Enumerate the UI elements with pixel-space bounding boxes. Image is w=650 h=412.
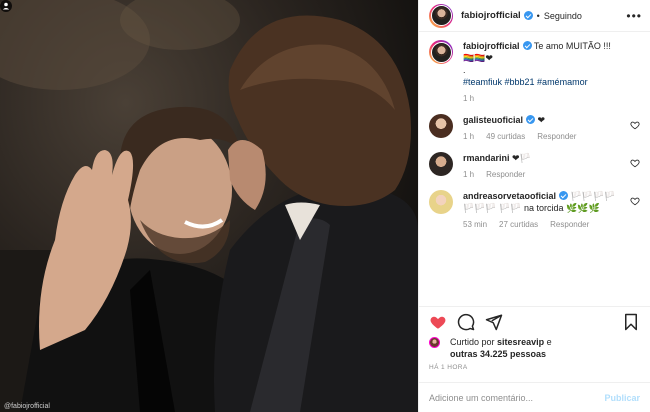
- more-options-icon[interactable]: •••: [626, 10, 642, 22]
- commenter-avatar[interactable]: [429, 114, 453, 138]
- comment-item: galisteuoficial ❤ 1 h 49 curtidas Respon…: [429, 114, 640, 141]
- post-side-panel: fabiojrofficial • Seguindo ••• fabiojrof…: [418, 0, 650, 412]
- comment-text-line: andreasorvetaooficial 🏳️🏳️🏳️🏳️🏳️🏳️🏳️ 🏳️🏳…: [463, 190, 624, 214]
- commenter-username[interactable]: galisteuoficial: [463, 115, 523, 125]
- comment-icon[interactable]: [457, 313, 475, 331]
- commenter-avatar[interactable]: [429, 190, 453, 214]
- liker-avatar[interactable]: [429, 337, 440, 348]
- caption-dot: .: [463, 65, 466, 75]
- comment-item: andreasorvetaooficial 🏳️🏳️🏳️🏳️🏳️🏳️🏳️ 🏳️🏳…: [429, 190, 640, 229]
- reply-button[interactable]: Responder: [550, 220, 589, 229]
- photo-illustration: [0, 0, 418, 412]
- header-separator: •: [536, 10, 540, 21]
- reply-button[interactable]: Responder: [537, 132, 576, 141]
- liker-username[interactable]: sitesreavip: [497, 337, 544, 347]
- add-comment-bar: Publicar: [419, 382, 650, 412]
- author-avatar[interactable]: [429, 3, 453, 28]
- likes-middle: e: [546, 337, 552, 347]
- likes-others[interactable]: outras 34.225 pessoas: [450, 349, 546, 359]
- likes-prefix: Curtido por: [450, 337, 495, 347]
- verified-badge-icon: [523, 11, 533, 20]
- commenter-username[interactable]: rmandarini: [463, 153, 510, 163]
- tagged-user-icon[interactable]: [0, 0, 12, 12]
- comment-input[interactable]: [429, 392, 605, 403]
- like-comment-heart-icon[interactable]: [630, 120, 640, 130]
- caption-text-line: fabiojrofficial Te amo MUITÃO !!! 🏳️‍🌈🏳️…: [463, 40, 624, 64]
- comment-meta: 1 h Responder: [463, 170, 624, 179]
- post-caption: fabiojrofficial Te amo MUITÃO !!! 🏳️‍🌈🏳️…: [429, 40, 640, 103]
- commenter-avatar[interactable]: [429, 152, 453, 176]
- comment-meta: 1 h 49 curtidas Responder: [463, 132, 624, 141]
- caption-meta: 1 h: [463, 94, 624, 103]
- following-button[interactable]: Seguindo: [544, 11, 582, 21]
- commenter-username[interactable]: andreasorvetaooficial: [463, 191, 556, 201]
- comment-likes[interactable]: 49 curtidas: [486, 132, 525, 141]
- post-timestamp[interactable]: HÁ 1 HORA: [419, 360, 650, 382]
- share-icon[interactable]: [485, 313, 503, 331]
- comment-time[interactable]: 1 h: [463, 170, 474, 179]
- post-photo[interactable]: @fabiojrofficial: [0, 0, 418, 412]
- comments-list: fabiojrofficial Te amo MUITÃO !!! 🏳️‍🌈🏳️…: [419, 32, 650, 306]
- verified-badge-icon: [522, 41, 532, 50]
- comment-text-line: rmandarini ❤🏳️: [463, 152, 624, 164]
- comment-text: ❤🏳️: [512, 153, 531, 163]
- comment-time[interactable]: 1 h: [463, 132, 474, 141]
- like-comment-heart-icon[interactable]: [630, 196, 640, 206]
- caption-avatar[interactable]: [429, 40, 453, 64]
- verified-badge-icon: [559, 191, 569, 200]
- likes-summary: Curtido por sitesreavip e outras 34.225 …: [419, 336, 650, 360]
- publish-button[interactable]: Publicar: [604, 393, 640, 403]
- comment-likes[interactable]: 27 curtidas: [499, 220, 538, 229]
- reply-button[interactable]: Responder: [486, 170, 525, 179]
- comment-text-line: galisteuoficial ❤: [463, 114, 624, 126]
- comment-time[interactable]: 53 min: [463, 220, 487, 229]
- comment-item: rmandarini ❤🏳️ 1 h Responder: [429, 152, 640, 179]
- like-comment-heart-icon[interactable]: [630, 158, 640, 168]
- verified-badge-icon: [526, 115, 536, 124]
- post-header: fabiojrofficial • Seguindo •••: [419, 0, 650, 32]
- caption-hashtags[interactable]: #teamfiuk #bbb21 #amémamor: [463, 76, 624, 88]
- save-bookmark-icon[interactable]: [622, 313, 640, 331]
- photo-credit: @fabiojrofficial: [4, 403, 50, 410]
- instagram-post: @fabiojrofficial fabiojrofficial • Segui…: [0, 0, 650, 412]
- comment-text: ❤: [537, 115, 546, 125]
- author-username[interactable]: fabiojrofficial: [461, 10, 521, 21]
- comment-meta: 53 min 27 curtidas Responder: [463, 220, 624, 229]
- action-bar: [419, 306, 650, 336]
- likes-text: Curtido por sitesreavip e outras 34.225 …: [450, 336, 552, 360]
- caption-username[interactable]: fabiojrofficial: [463, 41, 520, 51]
- liked-heart-icon[interactable]: [429, 313, 447, 331]
- caption-time[interactable]: 1 h: [463, 94, 474, 103]
